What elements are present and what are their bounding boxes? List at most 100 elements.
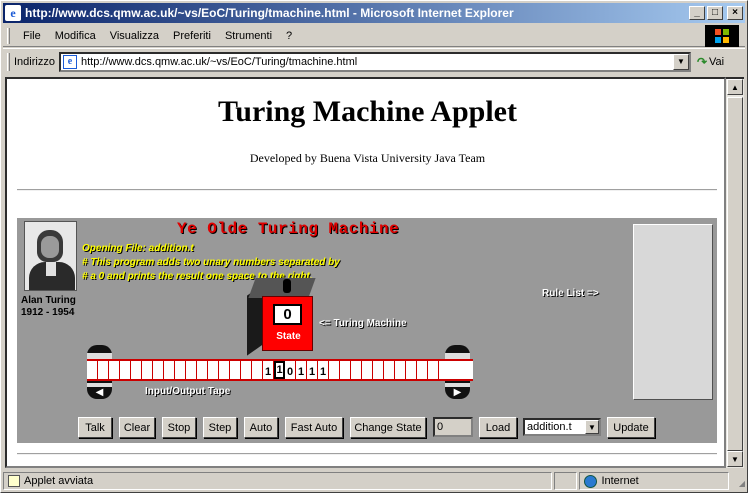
tape-cell: [87, 361, 98, 379]
tape-cell: [98, 361, 109, 379]
machine-label: <= Turing Machine: [319, 318, 407, 329]
tape-right-arrow-icon[interactable]: ▶: [449, 387, 466, 398]
rule-list[interactable]: [633, 224, 713, 400]
go-button[interactable]: ↷ Vai: [697, 55, 724, 69]
turing-machine-head: 0 State: [262, 296, 313, 351]
update-button[interactable]: Update: [607, 417, 655, 438]
go-label: Vai: [709, 55, 725, 68]
menu-visualizza[interactable]: Visualizza: [103, 30, 166, 42]
browser-window: e http://www.dcs.qmw.ac.uk/~vs/EoC/Turin…: [0, 0, 748, 493]
state-display: 0: [273, 304, 302, 325]
page-subtitle: Developed by Buena Vista University Java…: [249, 151, 486, 165]
status-slot: [553, 472, 578, 490]
machine-knob: [283, 279, 291, 293]
menu-preferiti[interactable]: Preferiti: [166, 30, 218, 42]
control-bar: Talk Clear Stop Step Auto Fast Auto Chan…: [17, 417, 717, 439]
window-title: http://www.dcs.qmw.ac.uk/~vs/EoC/Turing/…: [25, 6, 514, 20]
tape-cell: [142, 361, 153, 379]
menu-help[interactable]: ?: [279, 30, 299, 42]
menu-bar: File Modifica Visualizza Preferiti Strum…: [3, 25, 745, 47]
close-button[interactable]: ×: [727, 6, 743, 20]
state-input[interactable]: 0: [433, 417, 473, 437]
talk-button[interactable]: Talk: [78, 417, 112, 438]
message-line: # This program adds two unary numbers se…: [82, 257, 340, 268]
tape-cell: [197, 361, 208, 379]
step-button[interactable]: Step: [203, 417, 237, 438]
tape-cell: [395, 361, 406, 379]
toolbar-grip[interactable]: [7, 27, 10, 44]
tape-cell: [373, 361, 384, 379]
tape-cell: 1: [307, 361, 318, 379]
state-label: State: [276, 331, 301, 342]
maximize-button[interactable]: □: [707, 6, 723, 20]
menu-strumenti[interactable]: Strumenti: [218, 30, 279, 42]
caption-years: 1912 - 1954: [21, 307, 75, 318]
file-select-dropdown-icon[interactable]: ▼: [585, 420, 599, 434]
auto-button[interactable]: Auto: [244, 417, 278, 438]
clear-button[interactable]: Clear: [119, 417, 155, 438]
address-dropdown-icon[interactable]: ▼: [672, 53, 689, 70]
status-bar: Applet avviata Internet ◢: [3, 471, 745, 491]
load-button[interactable]: Load: [479, 417, 517, 438]
divider-bottom: [17, 453, 717, 455]
right-tape-roll[interactable]: ▶: [445, 345, 470, 399]
minimize-button[interactable]: _: [689, 6, 705, 20]
photo-caption: Alan Turing 1912 - 1954: [21, 295, 76, 319]
tape-cell: [329, 361, 340, 379]
windows-logo-icon: [705, 25, 739, 47]
message-line: Opening File: addition.t: [82, 243, 194, 254]
tape-cell: [164, 361, 175, 379]
applet-status-icon: [8, 475, 20, 487]
status-zone: Internet: [579, 472, 730, 490]
page-icon: e: [62, 54, 77, 69]
address-input[interactable]: e http://www.dcs.qmw.ac.uk/~vs/EoC/Turin…: [58, 51, 691, 72]
tape-cell: [230, 361, 241, 379]
tape-cell: [406, 361, 417, 379]
address-grip[interactable]: [7, 52, 10, 71]
file-select[interactable]: addition.t ▼: [523, 418, 601, 436]
tape-cell: [186, 361, 197, 379]
tape-cell: [362, 361, 373, 379]
tape-left-arrow-icon[interactable]: ◀: [91, 387, 108, 398]
vertical-scrollbar[interactable]: ▲ ▼: [726, 77, 744, 468]
scroll-down-icon[interactable]: ▼: [727, 451, 743, 467]
tape-cell: 1: [263, 361, 274, 379]
tape-cell: [340, 361, 351, 379]
address-label: Indirizzo: [14, 55, 55, 68]
title-bar[interactable]: e http://www.dcs.qmw.ac.uk/~vs/EoC/Turin…: [3, 3, 745, 23]
menu-file[interactable]: File: [16, 30, 48, 42]
status-text: Applet avviata: [24, 475, 94, 487]
status-message: Applet avviata: [3, 472, 552, 490]
io-tape[interactable]: 110111: [87, 359, 473, 381]
address-url[interactable]: http://www.dcs.qmw.ac.uk/~vs/EoC/Turing/…: [81, 56, 673, 68]
tape-cell: [120, 361, 131, 379]
tape-cell: [153, 361, 164, 379]
tape-cell: [131, 361, 142, 379]
internet-globe-icon: [584, 474, 598, 488]
divider-top: [17, 189, 717, 191]
tape-cell: [219, 361, 230, 379]
tape-cell: [351, 361, 362, 379]
alan-turing-photo: [24, 221, 77, 291]
tape-cell: 1: [318, 361, 329, 379]
io-tape-label: Input/Output Tape: [145, 386, 231, 397]
ie-logo-icon: e: [5, 5, 21, 21]
tape-cell: [241, 361, 252, 379]
page-title: Turing Machine Applet: [218, 95, 517, 128]
menu-modifica[interactable]: Modifica: [48, 30, 103, 42]
tape-head-cell: 1: [274, 361, 285, 379]
tape-cell: [417, 361, 428, 379]
tape-cell: [252, 361, 263, 379]
turing-applet[interactable]: Alan Turing 1912 - 1954 Ye Olde Turing M…: [17, 218, 717, 443]
rule-list-label: Rule List =>: [542, 288, 599, 299]
stop-button[interactable]: Stop: [162, 417, 196, 438]
scroll-up-icon[interactable]: ▲: [727, 79, 743, 95]
scroll-thumb[interactable]: [727, 97, 743, 451]
caption-name: Alan Turing: [21, 295, 76, 306]
zone-text: Internet: [601, 475, 639, 487]
change-state-button[interactable]: Change State: [350, 417, 426, 438]
resize-grip-icon[interactable]: ◢: [731, 474, 745, 488]
fast-auto-button[interactable]: Fast Auto: [285, 417, 343, 438]
tape-cell: 0: [285, 361, 296, 379]
tape-cell: 1: [296, 361, 307, 379]
